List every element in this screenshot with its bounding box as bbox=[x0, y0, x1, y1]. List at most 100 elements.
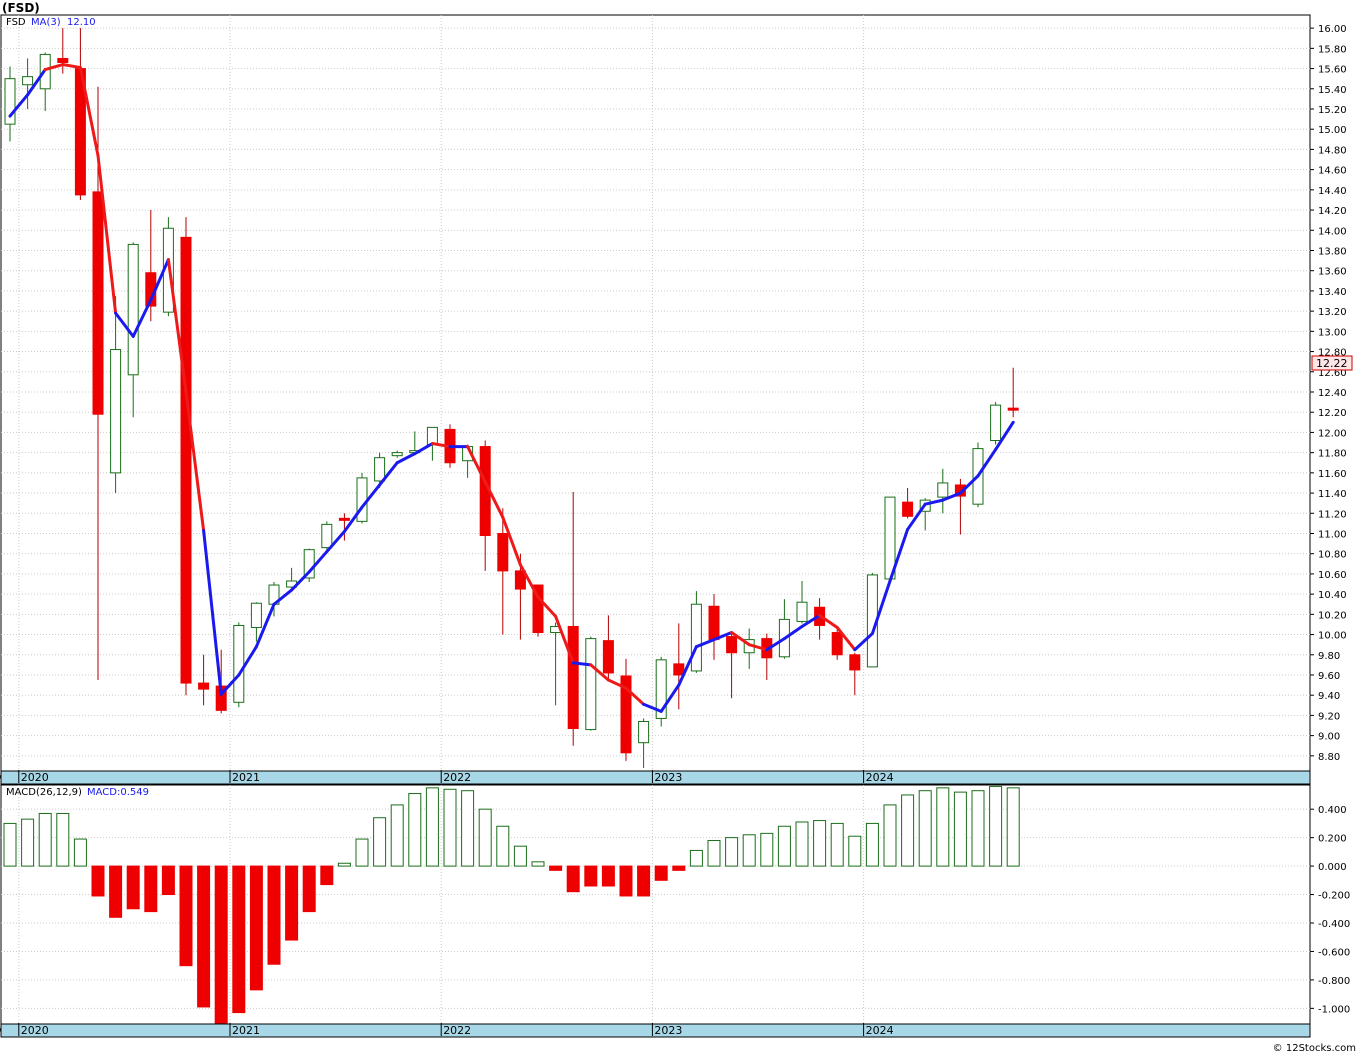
price-tick-label: 11.20 bbox=[1318, 509, 1347, 520]
candle-body bbox=[180, 236, 192, 684]
price-tick-label: 15.60 bbox=[1318, 65, 1347, 76]
price-tick-label: 11.00 bbox=[1318, 529, 1347, 540]
macd-bar bbox=[337, 862, 351, 867]
year-label: 2020 bbox=[21, 1024, 49, 1037]
year-label: 2019 bbox=[0, 771, 1, 784]
candle-body bbox=[990, 404, 1002, 442]
macd-bar bbox=[373, 817, 387, 867]
macd-bar bbox=[795, 821, 809, 867]
macd-bar bbox=[918, 790, 932, 867]
ma-segment bbox=[571, 661, 593, 667]
macd-bar bbox=[197, 865, 211, 1008]
price-tick-label: 11.80 bbox=[1318, 449, 1347, 460]
legend-ma-label: MA(3) bbox=[31, 17, 61, 28]
macd-bar bbox=[637, 865, 651, 897]
price-tick-label: 14.00 bbox=[1318, 226, 1347, 237]
credit-text: © 12Stocks.com bbox=[1273, 1043, 1356, 1054]
macd-bar bbox=[285, 865, 299, 941]
price-tick-label: 11.60 bbox=[1318, 469, 1347, 480]
price-tick-label: 11.40 bbox=[1318, 489, 1347, 500]
price-tick-label: 9.60 bbox=[1318, 671, 1340, 682]
candle bbox=[990, 402, 1002, 445]
price-tick-label: 14.60 bbox=[1318, 166, 1347, 177]
candle-body bbox=[321, 523, 333, 549]
price-tick-label: 13.60 bbox=[1318, 267, 1347, 278]
macd-bar bbox=[672, 865, 686, 871]
macd-bar bbox=[408, 793, 422, 867]
price-tick-label: 14.80 bbox=[1318, 145, 1347, 156]
year-label: 2021 bbox=[232, 1024, 260, 1037]
macd-bar bbox=[478, 808, 492, 867]
macd-bar bbox=[56, 812, 70, 867]
price-tick-label: 14.40 bbox=[1318, 186, 1347, 197]
macd-bar bbox=[725, 837, 739, 867]
macd-bar bbox=[707, 839, 721, 867]
year-label: 2023 bbox=[654, 1024, 682, 1037]
macd-bar bbox=[3, 822, 17, 867]
last-price-tag: 12.22 bbox=[1316, 357, 1348, 370]
price-tick-label: 15.40 bbox=[1318, 85, 1347, 96]
macd-bar bbox=[214, 865, 228, 1025]
candle bbox=[180, 217, 192, 696]
price-tick-label: 9.40 bbox=[1318, 691, 1340, 702]
candle-body bbox=[374, 457, 386, 482]
price-tick-label: 13.20 bbox=[1318, 307, 1347, 318]
price-tick-label: 10.00 bbox=[1318, 631, 1347, 642]
year-label: 2024 bbox=[866, 771, 894, 784]
price-tick-label: 10.20 bbox=[1318, 610, 1347, 621]
price-tick-label: 13.40 bbox=[1318, 287, 1347, 298]
macd-bar bbox=[566, 865, 580, 893]
price-tick-label: 12.00 bbox=[1318, 428, 1347, 439]
candle-body bbox=[690, 603, 702, 672]
macd-legend-label: MACD(26,12,9) bbox=[6, 787, 82, 798]
macd-tick-label: 0.200 bbox=[1318, 834, 1347, 845]
macd-bar bbox=[901, 794, 915, 867]
macd-bar bbox=[109, 865, 123, 918]
candle-body bbox=[708, 605, 720, 641]
candle-body bbox=[602, 640, 614, 674]
legend-symbol: FSD bbox=[6, 17, 26, 28]
macd-legend-value: MACD:0.549 bbox=[87, 787, 149, 798]
candle-body bbox=[250, 602, 262, 628]
macd-bar bbox=[830, 822, 844, 867]
candle-body bbox=[426, 426, 438, 446]
macd-bar bbox=[619, 865, 633, 897]
price-tick-label: 16.00 bbox=[1318, 24, 1347, 35]
candle-body bbox=[849, 654, 861, 671]
price-tick-label: 8.80 bbox=[1318, 752, 1340, 763]
macd-bar bbox=[760, 832, 774, 867]
candle bbox=[585, 636, 597, 731]
year-label: 2020 bbox=[21, 771, 49, 784]
candle-body bbox=[127, 243, 139, 376]
macd-tick-label: -0.800 bbox=[1318, 976, 1350, 987]
macd-bar bbox=[302, 865, 316, 913]
candle bbox=[233, 622, 245, 708]
macd-bar bbox=[425, 787, 439, 867]
candle-body bbox=[585, 638, 597, 731]
macd-bar bbox=[390, 804, 404, 867]
macd-tick-label: 0.400 bbox=[1318, 805, 1347, 816]
year-label: 2023 bbox=[654, 771, 682, 784]
macd-bar bbox=[144, 865, 158, 913]
macd-bar bbox=[742, 834, 756, 867]
macd-bar bbox=[848, 835, 862, 867]
macd-bar bbox=[883, 804, 897, 867]
macd-bar bbox=[73, 838, 87, 867]
candle-body bbox=[831, 632, 843, 656]
macd-bar bbox=[38, 812, 52, 867]
macd-bar bbox=[531, 861, 545, 867]
macd-bar bbox=[513, 845, 527, 867]
candle-body bbox=[233, 624, 245, 703]
stock-chart: (FSD) 8.80 9.00 9.20 9.40 9.60 9.80 10.00 10.20… bbox=[0, 0, 1360, 1056]
macd-bar bbox=[461, 790, 475, 867]
macd-bar bbox=[601, 865, 615, 887]
candle-body bbox=[567, 625, 579, 730]
macd-bar bbox=[21, 818, 35, 867]
macd-bar bbox=[813, 820, 827, 867]
year-label: 2022 bbox=[443, 1024, 471, 1037]
macd-bar bbox=[232, 865, 246, 1014]
macd-tick-label: -1.000 bbox=[1318, 1004, 1350, 1015]
price-tick-label: 10.60 bbox=[1318, 570, 1347, 581]
macd-bar bbox=[953, 791, 967, 867]
macd-bar bbox=[865, 822, 879, 867]
